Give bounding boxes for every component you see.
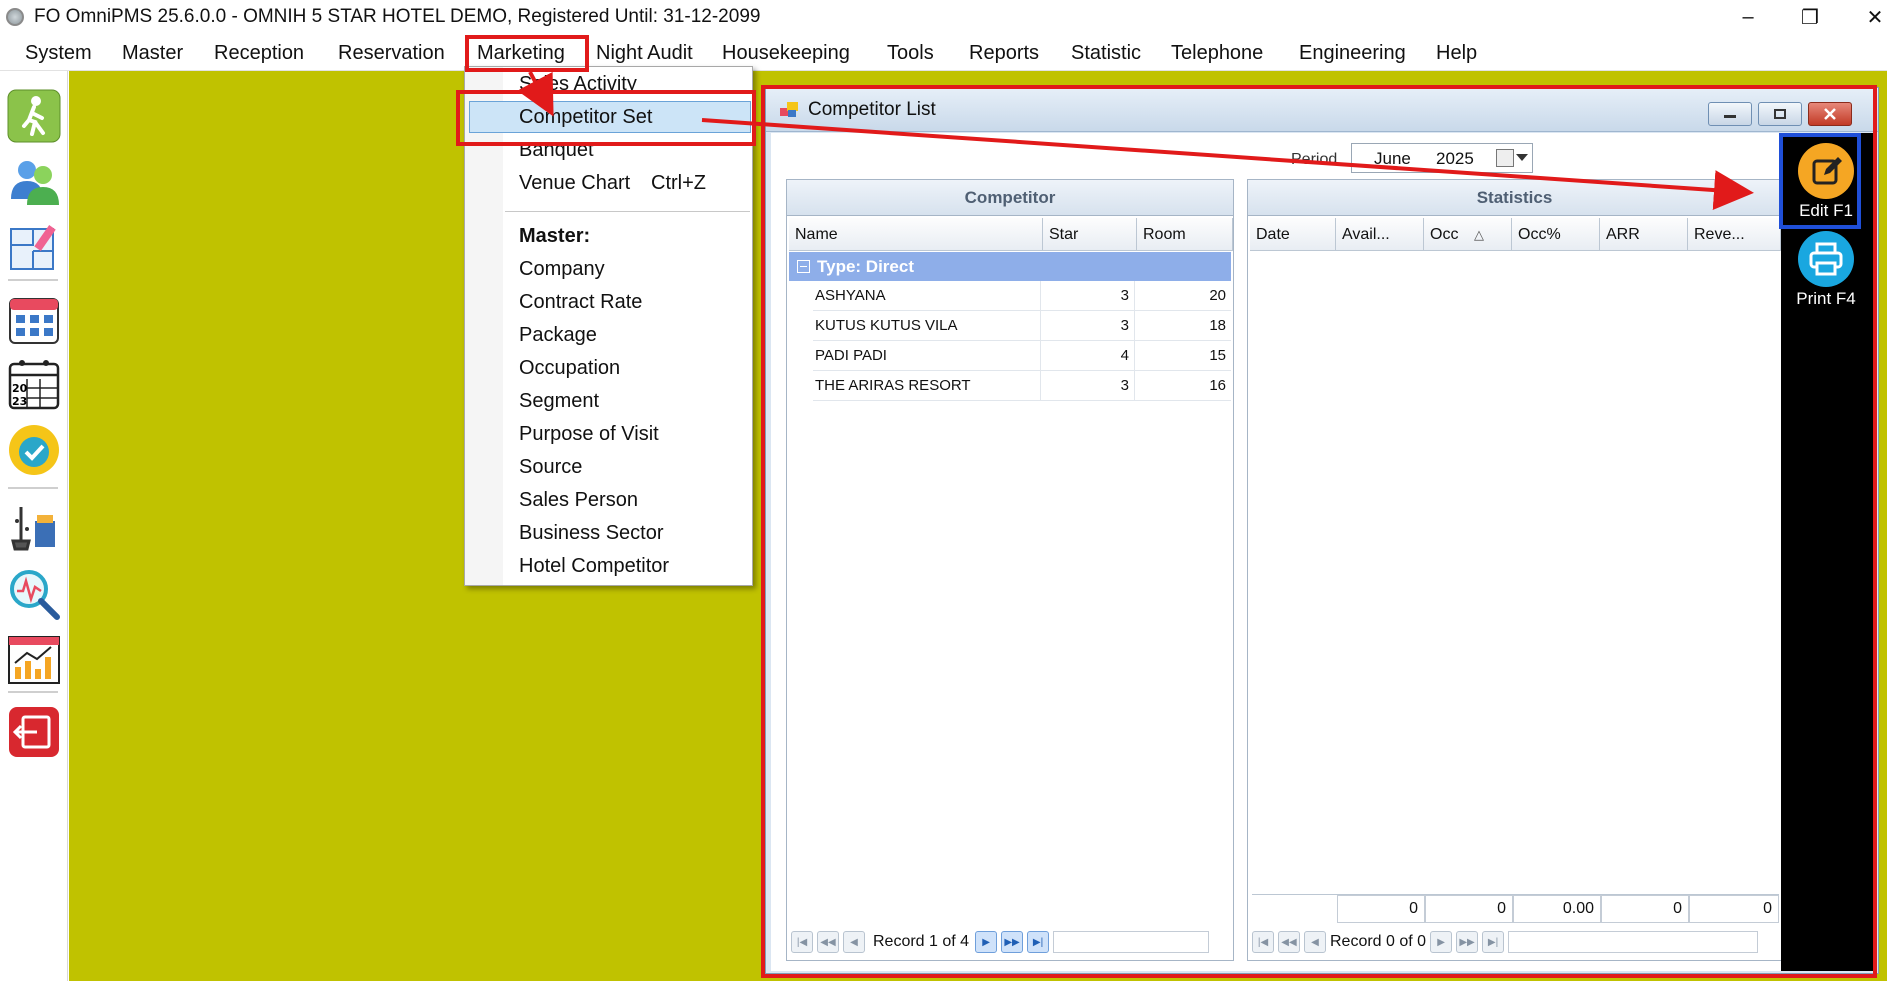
housekeeping-icon[interactable] bbox=[7, 501, 61, 555]
menu-help[interactable]: Help bbox=[1436, 36, 1477, 71]
menu-reports[interactable]: Reports bbox=[969, 36, 1039, 71]
menu-engineering[interactable]: Engineering bbox=[1299, 36, 1406, 71]
users-icon[interactable] bbox=[7, 155, 61, 209]
menu-item-purpose-of-visit[interactable]: Purpose of Visit bbox=[519, 423, 659, 446]
available-badge-icon[interactable] bbox=[7, 423, 61, 477]
close-button[interactable]: ✕ bbox=[1847, 0, 1887, 34]
menu-item-contract-rate[interactable]: Contract Rate bbox=[519, 291, 642, 314]
menu-master[interactable]: Master bbox=[122, 36, 183, 71]
menu-item-occupation[interactable]: Occupation bbox=[519, 357, 620, 380]
minimize-button[interactable]: – bbox=[1720, 0, 1776, 34]
sidebar: 20 23 bbox=[0, 71, 68, 981]
exit-icon[interactable] bbox=[7, 705, 61, 759]
menu-telephone[interactable]: Telephone bbox=[1171, 36, 1263, 71]
annotation-box-edit-button bbox=[1779, 133, 1861, 229]
master-section-header: Master: bbox=[519, 225, 591, 247]
app-logo-icon bbox=[6, 8, 24, 26]
venue-chart-shortcut: Ctrl+Z bbox=[651, 172, 706, 194]
analytics-search-icon[interactable] bbox=[7, 567, 61, 621]
calendar-2023-icon[interactable]: 20 23 bbox=[7, 357, 61, 411]
menu-item-business-sector[interactable]: Business Sector bbox=[519, 522, 664, 545]
menu-item-package[interactable]: Package bbox=[519, 324, 597, 347]
menu-bar: System Master Reception Reservation Mark… bbox=[0, 36, 1887, 71]
svg-text:20: 20 bbox=[12, 382, 28, 395]
menu-item-company[interactable]: Company bbox=[519, 258, 605, 281]
menu-statistic[interactable]: Statistic bbox=[1071, 36, 1141, 71]
menu-item-sales-person[interactable]: Sales Person bbox=[519, 489, 638, 512]
title-bar: FO OmniPMS 25.6.0.0 - OMNIH 5 STAR HOTEL… bbox=[0, 0, 1887, 34]
floor-plan-icon[interactable] bbox=[7, 221, 61, 275]
chart-icon[interactable] bbox=[7, 633, 61, 687]
annotation-box-marketing-menu bbox=[465, 35, 589, 72]
window-title: FO OmniPMS 25.6.0.0 - OMNIH 5 STAR HOTEL… bbox=[34, 6, 761, 27]
annotation-box-competitor-set bbox=[456, 90, 756, 146]
menu-item-segment[interactable]: Segment bbox=[519, 390, 599, 413]
calendar-grid-icon[interactable] bbox=[7, 293, 61, 347]
menu-tools[interactable]: Tools bbox=[887, 36, 934, 71]
svg-text:23: 23 bbox=[12, 395, 27, 408]
menu-item-hotel-competitor[interactable]: Hotel Competitor bbox=[519, 555, 669, 578]
menu-reception[interactable]: Reception bbox=[214, 36, 304, 71]
menu-item-source[interactable]: Source bbox=[519, 456, 582, 479]
menu-system[interactable]: System bbox=[25, 36, 92, 71]
restore-button[interactable]: ❐ bbox=[1782, 0, 1838, 34]
menu-item-venue-chart[interactable]: Venue Chart bbox=[519, 172, 630, 195]
menu-reservation[interactable]: Reservation bbox=[338, 36, 445, 71]
walk-icon[interactable] bbox=[7, 89, 61, 143]
annotation-box-competitor-window bbox=[761, 85, 1877, 978]
